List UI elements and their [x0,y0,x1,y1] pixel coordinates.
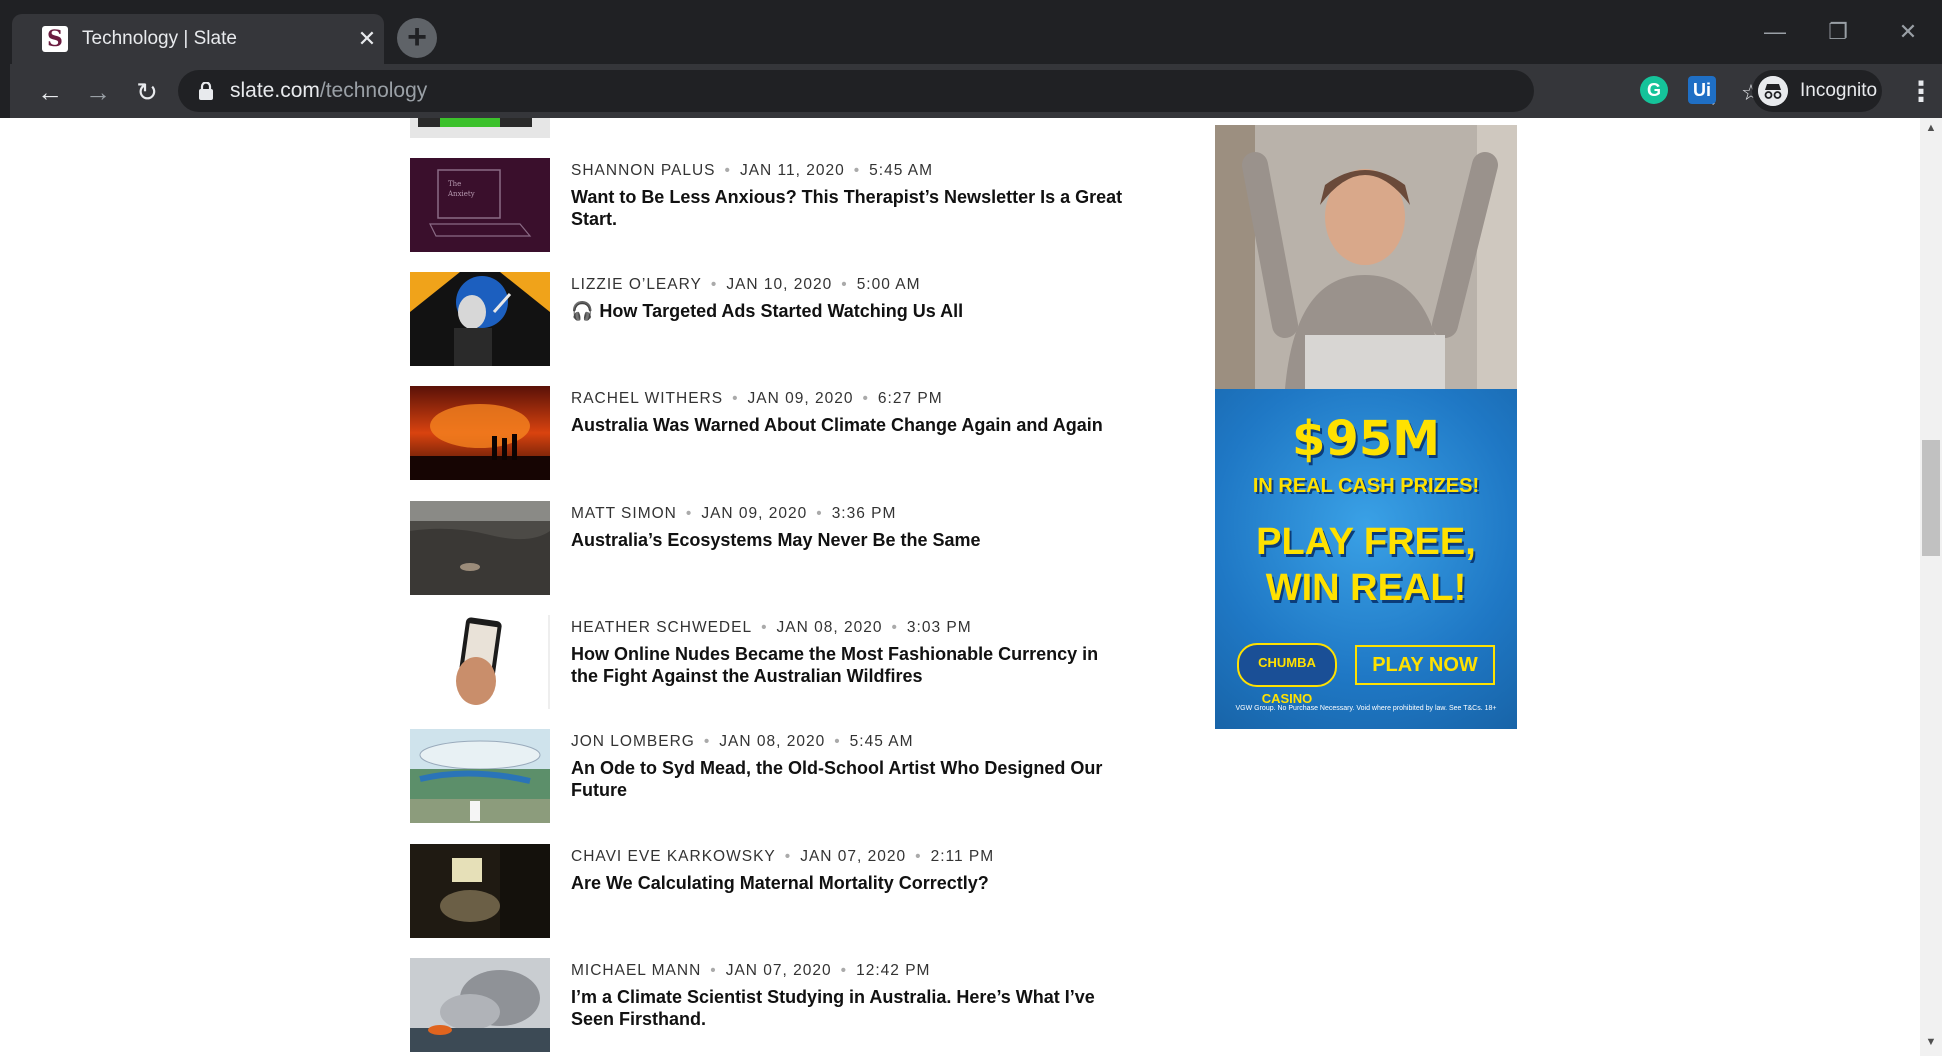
headphones-icon: 🎧 [571,301,594,321]
ui-extension-icon[interactable]: Ui [1688,76,1716,104]
article-date: JAN 07, 2020 [800,848,907,865]
browser-menu-icon[interactable]: ⋮ [1906,72,1936,112]
article-headline[interactable]: Want to Be Less Anxious? This Therapist’… [571,186,1126,230]
article-thumbnail[interactable] [410,844,550,938]
browser-chrome: S Technology | Slate ✕ + — ❐ ✕ ← → ↻ sla… [0,0,1942,118]
article-author[interactable]: CHAVI EVE KARKOWSKY [571,848,776,865]
article-author[interactable]: MICHAEL MANN [571,962,701,979]
article-thumbnail[interactable] [410,272,550,366]
article-meta: RACHEL WITHERS • JAN 09, 2020 • 6:27 PM [571,390,943,407]
article-meta: SHANNON PALUS • JAN 11, 2020 • 5:45 AM [571,162,934,179]
article-author[interactable]: MATT SIMON [571,505,677,522]
tab-title: Technology | Slate [82,28,237,49]
article-item[interactable]: JON LOMBERG • JAN 08, 2020 • 5:45 AM An Ode … [410,729,1130,825]
partial-thumbnail[interactable] [410,118,550,138]
article-date: JAN 08, 2020 [776,619,883,636]
article-author[interactable]: SHANNON PALUS [571,162,716,179]
tab-close-icon[interactable]: ✕ [352,26,382,52]
ad-play-now-button[interactable]: PLAY NOW [1355,645,1495,685]
article-date: JAN 11, 2020 [739,162,845,179]
scroll-down-arrow-icon[interactable]: ▼ [1920,1032,1942,1052]
ad-prizes: IN REAL CASH PRIZES! [1252,475,1480,497]
ad-promo-panel: $95M IN REAL CASH PRIZES! PLAY FREE, WIN … [1215,389,1517,729]
article-item[interactable]: LIZZIE O’LEARY • JAN 10, 2020 • 5:00 AM 🎧 How… [410,272,1130,368]
article-thumbnail[interactable] [410,615,550,709]
article-headline[interactable]: An Ode to Syd Mead, the Old-School Artis… [571,757,1126,801]
article-item[interactable]: CHAVI EVE KARKOWSKY • JAN 07, 2020 • 2:11 PM… [410,844,1130,940]
scrollbar-thumb[interactable] [1922,440,1940,556]
article-headline[interactable]: How Online Nudes Became the Most Fashion… [571,643,1126,687]
article-headline[interactable]: Australia Was Warned About Climate Chang… [571,414,1126,436]
scroll-up-arrow-icon[interactable]: ▲ [1920,118,1942,138]
article-time: 5:00 AM [856,276,921,293]
article-thumbnail[interactable] [410,729,550,823]
article-time: 3:36 PM [831,505,897,522]
article-meta: JON LOMBERG • JAN 08, 2020 • 5:45 AM [571,733,914,750]
article-headline[interactable]: 🎧 How Targeted Ads Started Watching Us Al… [571,300,1126,322]
page-content: The Anxiety SHANNON PALUS • JAN 11, 2020 • 5… [0,118,1920,1056]
article-time: 5:45 AM [869,162,934,179]
back-arrow-icon[interactable]: ← [30,72,70,112]
article-headline[interactable]: Are We Calculating Maternal Mortality Co… [571,872,1126,894]
article-meta: MICHAEL MANN • JAN 07, 2020 • 12:42 PM [571,962,931,979]
article-date: JAN 10, 2020 [726,276,833,293]
article-author[interactable]: LIZZIE O’LEARY [571,276,702,293]
article-time: 12:42 PM [856,962,931,979]
article-time: 5:45 AM [849,733,914,750]
url-text: slate.com/technology [230,79,428,102]
article-meta: CHAVI EVE KARKOWSKY • JAN 07, 2020 • 2:11 PM [571,848,995,865]
article-item[interactable]: MICHAEL MANN • JAN 07, 2020 • 12:42 PM I’m a… [410,958,1130,1054]
svg-text:The: The [448,180,461,188]
article-time: 3:03 PM [906,619,972,636]
article-date: JAN 07, 2020 [725,962,832,979]
article-meta: LIZZIE O’LEARY • JAN 10, 2020 • 5:00 AM [571,276,921,293]
article-author[interactable]: RACHEL WITHERS [571,390,723,407]
article-thumbnail[interactable] [410,958,550,1052]
restore-icon[interactable]: ❐ [1798,12,1878,52]
article-date: JAN 08, 2020 [719,733,826,750]
browser-toolbar: ← → ↻ slate.com/technology ☆ G Ui Incogn… [10,64,1942,118]
article-meta: HEATHER SCHWEDEL • JAN 08, 2020 • 3:03 PM [571,619,972,636]
lock-icon [199,82,213,100]
forward-arrow-icon[interactable]: → [78,72,118,112]
article-headline[interactable]: Australia’s Ecosystems May Never Be the … [571,529,1126,551]
reload-icon[interactable]: ↻ [127,72,167,112]
ad-fine-print: VGW Group. No Purchase Necessary. Void w… [1235,705,1497,712]
article-item[interactable]: MATT SIMON • JAN 09, 2020 • 3:36 PM Australi… [410,501,1130,597]
article-time: 6:27 PM [877,390,943,407]
address-bar[interactable]: slate.com/technology ☆ [178,70,1761,112]
ad-photo [1215,125,1517,389]
vertical-scrollbar[interactable] [1920,118,1942,1056]
article-headline[interactable]: I’m a Climate Scientist Studying in Aust… [571,986,1126,1030]
article-date: JAN 09, 2020 [747,390,854,407]
tab-active[interactable]: S Technology | Slate ✕ [12,14,384,64]
incognito-badge[interactable]: Incognito [1752,70,1882,112]
new-tab-button[interactable]: + [397,18,437,58]
article-author[interactable]: HEATHER SCHWEDEL [571,619,752,636]
article-item[interactable]: RACHEL WITHERS • JAN 09, 2020 • 6:27 PM Aust… [410,386,1130,482]
grammarly-extension-icon[interactable]: G [1640,76,1668,104]
article-author[interactable]: JON LOMBERG [571,733,695,750]
article-item[interactable]: HEATHER SCHWEDEL • JAN 08, 2020 • 3:03 PM Ho… [410,615,1130,711]
article-meta: MATT SIMON • JAN 09, 2020 • 3:36 PM [571,505,897,522]
ad-slogan: PLAY FREE, WIN REAL! [1256,521,1476,609]
casino-advertisement[interactable]: $95M IN REAL CASH PRIZES! PLAY FREE, WIN … [1215,125,1517,729]
article-thumbnail[interactable] [410,386,550,480]
ad-amount: $95M [1292,411,1440,467]
chumba-casino-logo: CHUMBA CASINO [1237,643,1337,706]
incognito-icon [1758,76,1788,106]
article-thumbnail[interactable] [410,501,550,595]
window-close-icon[interactable]: ✕ [1868,12,1942,52]
article-item[interactable]: The Anxiety SHANNON PALUS • JAN 11, 2020 • 5… [410,158,1130,254]
svg-text:Anxiety: Anxiety [447,190,475,198]
article-time: 2:11 PM [930,848,995,865]
article-date: JAN 09, 2020 [701,505,808,522]
article-thumbnail[interactable]: The Anxiety [410,158,550,252]
incognito-label: Incognito [1800,80,1878,101]
slate-favicon-icon: S [42,26,68,52]
